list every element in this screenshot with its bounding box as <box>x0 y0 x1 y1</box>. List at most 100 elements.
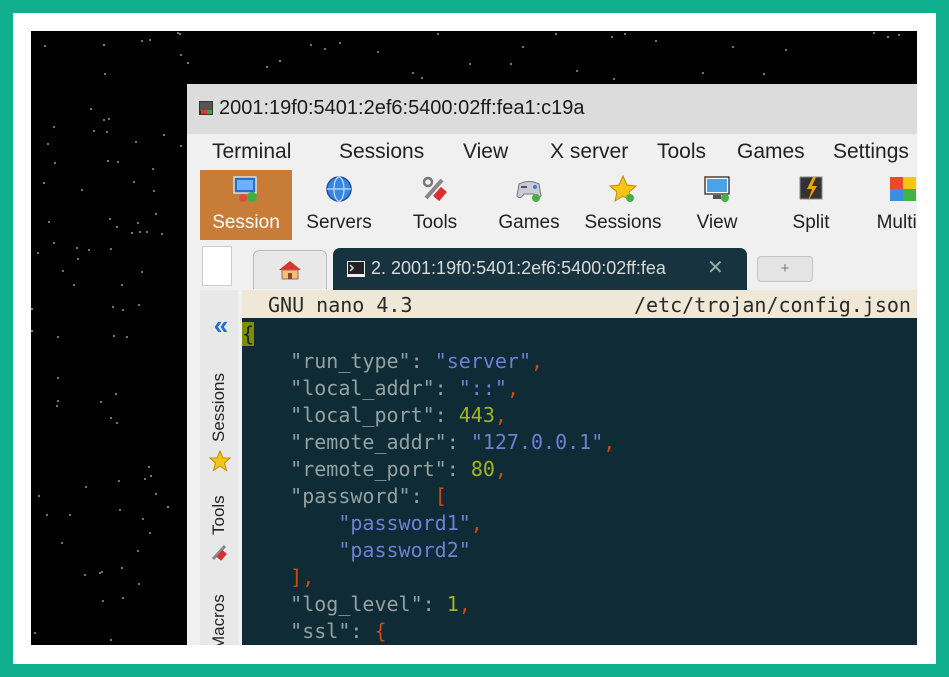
star-dot <box>103 119 106 122</box>
sessions-side-tab[interactable]: Sessions <box>209 373 229 442</box>
servers-globe-icon <box>326 176 352 202</box>
star-dot <box>149 475 152 478</box>
terminal-line: { <box>242 322 255 346</box>
star-dot <box>323 47 326 50</box>
star-dot <box>762 73 765 76</box>
collapse-sidebar-icon[interactable]: « <box>200 310 238 341</box>
split-label: Split <box>792 212 830 233</box>
star-dot <box>576 69 579 72</box>
star-dot <box>411 72 414 75</box>
star-dot <box>151 168 154 171</box>
star-dot <box>89 107 92 110</box>
star-dot <box>187 61 190 64</box>
star-dot <box>468 62 471 65</box>
new-tab-button[interactable]: + <box>757 256 813 282</box>
close-tab-icon[interactable]: ✕ <box>707 255 724 280</box>
star-dot <box>785 48 788 51</box>
sessions-button[interactable]: Sessions <box>577 170 669 240</box>
star-dot <box>339 42 342 45</box>
window-title: 2001:19f0:5401:2ef6:5400:02ff:fea1:c19a <box>219 97 585 119</box>
terminal-app-icon <box>199 101 213 115</box>
star-dot <box>732 46 735 49</box>
split-button[interactable]: Split <box>765 170 857 240</box>
star-dot <box>117 480 120 483</box>
sessions-label: Sessions <box>584 212 662 233</box>
star-dot <box>154 492 157 495</box>
star-dot <box>421 77 424 80</box>
multiexec-button[interactable]: MultiE <box>857 170 917 240</box>
terminal-line: "run_type": "server", <box>290 349 544 373</box>
menu-settings[interactable]: Settings <box>833 140 909 164</box>
mobaxterm-window: 2001:19f0:5401:2ef6:5400:02ff:fea1:c19a … <box>187 84 917 645</box>
menu-view[interactable]: View <box>463 140 508 164</box>
star-dot <box>162 133 165 136</box>
tools-button[interactable]: Tools <box>389 170 481 240</box>
star-dot <box>120 567 123 570</box>
split-icon <box>799 176 823 201</box>
star-dot <box>152 189 155 192</box>
servers-button[interactable]: Servers <box>293 170 385 240</box>
session-icon <box>233 176 257 202</box>
star-dot <box>130 232 133 235</box>
star-dot <box>146 230 149 233</box>
home-tab[interactable] <box>253 250 327 289</box>
terminal-line: "remote_port": 80, <box>290 457 507 481</box>
star-dot <box>106 131 109 134</box>
menu-x-server[interactable]: X server <box>550 140 628 164</box>
star-dot <box>623 32 626 35</box>
star-dot <box>110 416 113 419</box>
macros-side-tab[interactable]: Macros <box>209 594 229 645</box>
star-dot <box>115 226 118 229</box>
star-dot <box>43 45 46 48</box>
star-dot <box>265 66 268 69</box>
star-dot <box>57 377 60 380</box>
games-label: Games <box>498 212 560 233</box>
view-button[interactable]: View <box>671 170 763 240</box>
tab-strip: 2. 2001:19f0:5401:2ef6:5400:02ff:fea ✕ + <box>187 240 917 290</box>
terminal-line: "log_level": 1, <box>290 592 471 616</box>
star-dot <box>179 32 182 35</box>
star-dot <box>179 145 182 148</box>
star-dot <box>139 230 142 233</box>
star-dot <box>161 233 164 236</box>
session-button[interactable]: Session <box>200 170 292 240</box>
star-dot <box>108 117 111 120</box>
home-icon <box>279 261 301 280</box>
menu-terminal[interactable]: Terminal <box>212 140 291 164</box>
star-dot <box>45 513 48 516</box>
terminal-pane[interactable]: GNU nano 4.3 /etc/trojan/config.json { "… <box>242 290 917 645</box>
star-dot <box>57 399 60 402</box>
menu-games[interactable]: Games <box>737 140 805 164</box>
view-label: View <box>696 212 738 233</box>
terminal-line: "remote_addr": "127.0.0.1", <box>290 430 616 454</box>
star-dot <box>115 422 118 425</box>
sidebar-toggle-box[interactable] <box>202 246 232 286</box>
star-dot <box>76 257 79 260</box>
session-tab-title: 2. 2001:19f0:5401:2ef6:5400:02ff:fea <box>371 258 666 278</box>
star-dot <box>610 35 613 38</box>
multiexec-label: MultiE <box>876 212 917 233</box>
star-dot <box>141 518 144 521</box>
star-dot <box>101 599 104 602</box>
menu-bar: Terminal Sessions View X server Tools Ga… <box>187 134 917 170</box>
star-dot <box>125 335 128 338</box>
star-dot <box>84 573 87 576</box>
tools-side-icon <box>211 544 227 561</box>
star-dot <box>147 466 150 469</box>
menu-tools[interactable]: Tools <box>657 140 706 164</box>
star-dot <box>113 334 116 337</box>
tools-side-tab[interactable]: Tools <box>209 495 229 535</box>
star-dot <box>76 247 79 249</box>
menu-sessions[interactable]: Sessions <box>339 140 424 164</box>
star-dot <box>509 63 512 66</box>
star-icon <box>608 174 638 203</box>
star-dot <box>93 130 96 133</box>
star-dot <box>655 39 658 42</box>
games-button[interactable]: Games <box>483 170 575 240</box>
star-dot <box>54 161 57 164</box>
star-dot <box>137 221 140 224</box>
star-dot <box>107 160 110 163</box>
toolbar: Session Servers Tools Games Sessions Vie… <box>187 170 917 240</box>
session-tab[interactable]: 2. 2001:19f0:5401:2ef6:5400:02ff:fea ✕ <box>333 248 747 290</box>
star-dot <box>87 249 90 252</box>
